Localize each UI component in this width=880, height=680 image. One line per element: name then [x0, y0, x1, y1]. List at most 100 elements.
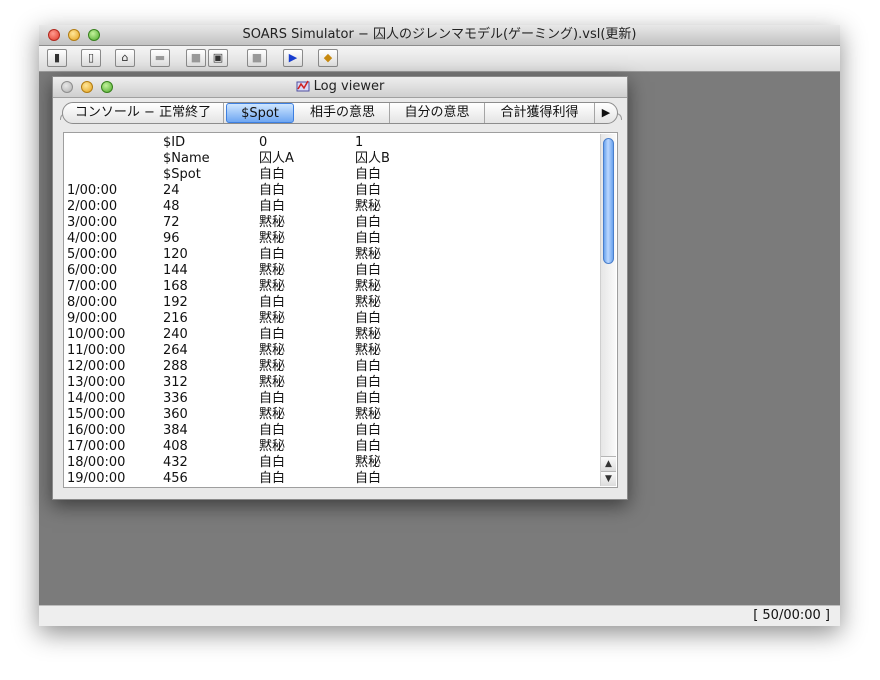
table-row: 7/00:00 168 黙秘 黙秘 — [64, 279, 600, 295]
table-cell: 1/00:00 — [67, 183, 118, 198]
table-cell: 自白 — [355, 423, 382, 438]
table-cell: 264 — [163, 343, 188, 358]
tab-opponent-intent[interactable]: 相手の意思 — [296, 103, 390, 123]
table-cell: 216 — [163, 311, 188, 326]
tab-own-intent[interactable]: 自分の意思 — [390, 103, 485, 123]
table-cell: 自白 — [355, 439, 382, 454]
table-cell: 144 — [163, 263, 188, 278]
table-cell: 自白 — [259, 455, 286, 470]
table-cell: 黙秘 — [259, 439, 286, 454]
table-cell: 240 — [163, 327, 188, 342]
table-cell: 408 — [163, 439, 188, 454]
pause-icon[interactable]: ■ — [247, 49, 267, 67]
table-row: 16/00:00 384 自白 自白 — [64, 423, 600, 439]
table-cell: 自白 — [259, 391, 286, 406]
close-window-button[interactable] — [61, 81, 73, 93]
tab-total-payoff[interactable]: 合計獲得利得 — [485, 103, 595, 123]
table-row: 2/00:00 48 自白 黙秘 — [64, 199, 600, 215]
toolbar: ▮ ▯ ⌂ ▬ ■ ▣ ■ ▶ ◆ — [39, 46, 840, 72]
table-cell: 9/00:00 — [67, 311, 118, 326]
table-cell: 18/00:00 — [67, 455, 126, 470]
zoom-window-button[interactable] — [101, 81, 113, 93]
table-cell: $Spot — [163, 167, 201, 182]
table-cell: 自白 — [355, 167, 382, 182]
table-cell: 自白 — [355, 359, 382, 374]
table-cell: 自白 — [355, 311, 382, 326]
table-row: 9/00:00 216 黙秘 自白 — [64, 311, 600, 327]
tab-scroll-right-icon[interactable]: ▶ — [595, 103, 617, 123]
table-cell: 6/00:00 — [67, 263, 118, 278]
scroll-thumb[interactable] — [603, 138, 614, 264]
table-cell: 自白 — [259, 327, 286, 342]
folder-icon[interactable]: ▬ — [150, 49, 170, 67]
table-row: 4/00:00 96 黙秘 自白 — [64, 231, 600, 247]
table-cell: 自白 — [259, 167, 286, 182]
table-cell: 11/00:00 — [67, 343, 126, 358]
table-cell: 432 — [163, 455, 188, 470]
tab-spot[interactable]: $Spot — [226, 103, 294, 123]
table-cell: 黙秘 — [355, 247, 382, 262]
table-cell: 黙秘 — [259, 279, 286, 294]
table-row: 6/00:00 144 黙秘 自白 — [64, 263, 600, 279]
log-viewer-titlebar[interactable]: Log viewer — [53, 77, 627, 98]
table-cell: 312 — [163, 375, 188, 390]
minimize-window-button[interactable] — [68, 29, 80, 41]
stop-icon[interactable]: ■ — [186, 49, 206, 67]
table-cell: 自白 — [355, 263, 382, 278]
table-row: 10/00:00 240 自白 黙秘 — [64, 327, 600, 343]
table-cell: 囚人B — [355, 151, 390, 166]
simulation-time: [ 50/00:00 ] — [753, 608, 830, 623]
play-icon[interactable]: ▶ — [283, 49, 303, 67]
table-cell: $ID — [163, 135, 186, 150]
table-cell: 自白 — [259, 199, 286, 214]
table-row: 18/00:00 432 自白 黙秘 — [64, 455, 600, 471]
table-cell: 自白 — [259, 423, 286, 438]
table-cell: 192 — [163, 295, 188, 310]
folder-open-icon[interactable]: ⌂ — [115, 49, 135, 67]
table-cell: 288 — [163, 359, 188, 374]
table-cell: 自白 — [355, 375, 382, 390]
table-cell: 0 — [259, 135, 268, 150]
open-book-icon[interactable]: ▮ — [47, 49, 67, 67]
tab-console[interactable]: コンソール − 正常終了 — [63, 103, 224, 123]
table-cell: 自白 — [259, 247, 286, 262]
table-row: 11/00:00 264 黙秘 黙秘 — [64, 343, 600, 359]
table-cell: 自白 — [355, 231, 382, 246]
main-titlebar[interactable]: SOARS Simulator − 囚人のジレンマモデル(ゲーミング).vsl(… — [39, 25, 840, 46]
table-cell: 自白 — [355, 215, 382, 230]
table-row: $ID 0 1 — [64, 135, 600, 151]
table-row: 3/00:00 72 黙秘 自白 — [64, 215, 600, 231]
table-row: 17/00:00 408 黙秘 自白 — [64, 439, 600, 455]
table-cell: 120 — [163, 247, 188, 262]
table-cell: 黙秘 — [355, 279, 382, 294]
table-row: $Name 囚人A 囚人B — [64, 151, 600, 167]
scroll-up-icon[interactable]: ▲ — [601, 456, 616, 471]
table-cell: 黙秘 — [355, 343, 382, 358]
new-document-icon[interactable]: ▯ — [81, 49, 101, 67]
table-cell: 336 — [163, 391, 188, 406]
table-cell: 7/00:00 — [67, 279, 118, 294]
vertical-scrollbar[interactable]: ▲ ▼ — [600, 134, 616, 486]
close-window-button[interactable] — [48, 29, 60, 41]
zoom-window-button[interactable] — [88, 29, 100, 41]
table-cell: 黙秘 — [355, 455, 382, 470]
table-cell: 囚人A — [259, 151, 294, 166]
table-cell: 24 — [163, 183, 180, 198]
table-cell: 黙秘 — [355, 295, 382, 310]
table-cell: 黙秘 — [355, 327, 382, 342]
package-icon[interactable]: ◆ — [318, 49, 338, 67]
tab-bar: コンソール − 正常終了 $Spot 相手の意思 自分の意思 合計獲得利得 ▶ — [62, 102, 618, 124]
save-disk-icon[interactable]: ▣ — [208, 49, 228, 67]
table-cell: 自白 — [355, 183, 382, 198]
table-cell: 2/00:00 — [67, 199, 118, 214]
table-cell: 4/00:00 — [67, 231, 118, 246]
table-cell: 黙秘 — [259, 231, 286, 246]
table-cell: 3/00:00 — [67, 215, 118, 230]
scroll-down-icon[interactable]: ▼ — [601, 471, 616, 486]
table-cell: 5/00:00 — [67, 247, 118, 262]
table-cell: 19/00:00 — [67, 471, 126, 486]
table-cell: 黙秘 — [259, 263, 286, 278]
table-cell: 15/00:00 — [67, 407, 126, 422]
minimize-window-button[interactable] — [81, 81, 93, 93]
table-row: $Spot 自白 自白 — [64, 167, 600, 183]
